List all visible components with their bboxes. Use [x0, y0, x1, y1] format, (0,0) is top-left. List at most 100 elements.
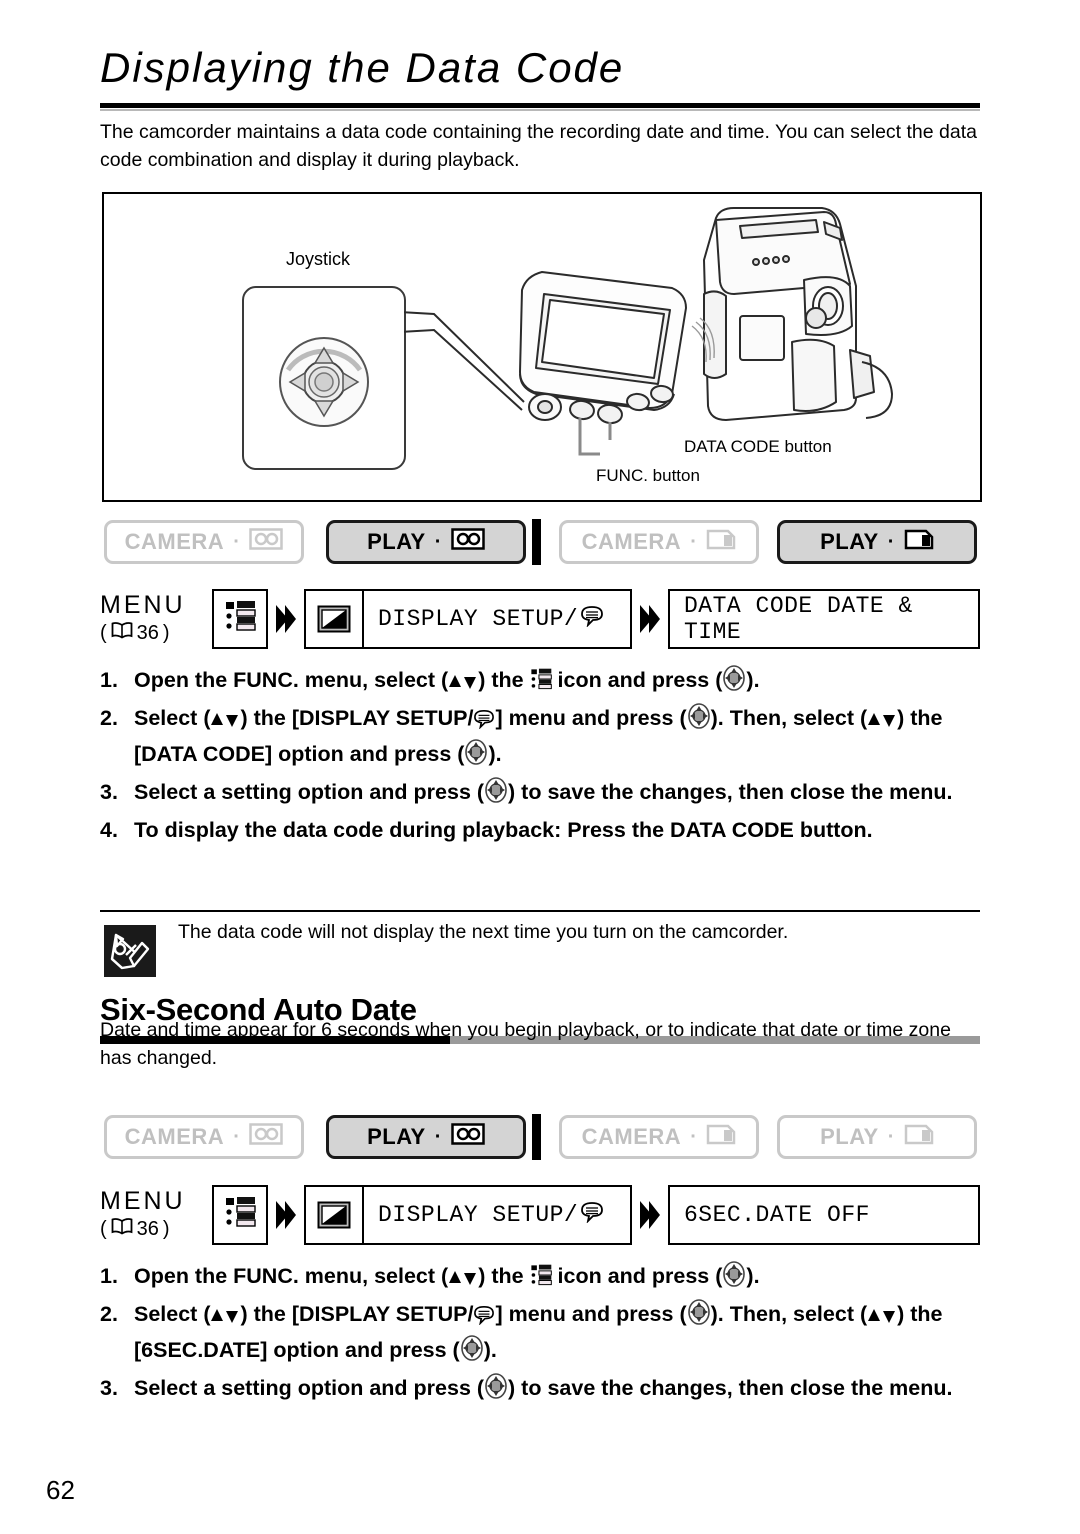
page-reference: ( 36 )	[100, 620, 212, 646]
menu-list-icon-box[interactable]	[212, 1185, 268, 1245]
step-number: 3.	[100, 1376, 118, 1400]
card-icon	[706, 1122, 736, 1152]
joystick-press-icon	[484, 1373, 508, 1408]
step-text-d: ).	[746, 668, 760, 692]
step-text-a: Open the FUNC. menu, select (	[134, 1264, 449, 1288]
steps-list-data-code: 1. Open the FUNC. menu, select () the ic…	[100, 664, 985, 848]
menu-option-box[interactable]: 6SEC.DATE OFF	[668, 1185, 980, 1245]
menu-list-icon-box[interactable]	[212, 589, 268, 649]
joystick-press-icon	[722, 665, 746, 700]
mode-badges-row-1: CAMERA · PLAY · CAMERA · PLAY ·	[104, 518, 980, 566]
step-text-b: ) to save the changes, then close the me…	[508, 780, 953, 804]
separator-dot: ·	[233, 1126, 241, 1148]
section-paragraph: Date and time appear for 6 seconds when …	[100, 1019, 951, 1069]
separator-dot: ·	[887, 531, 895, 553]
step-item: 3. Select a setting option and press () …	[100, 776, 985, 812]
step-text-d: ). Then, select (	[710, 706, 868, 730]
book-icon	[111, 1216, 133, 1242]
step-item: 2. Select () the [DISPLAY SETUP/] menu a…	[100, 702, 985, 774]
separator-dot: ·	[690, 531, 698, 553]
step-text-b: ) to save the changes, then close the me…	[508, 1376, 953, 1400]
flow-arrow	[268, 1199, 304, 1231]
joystick-label: Joystick	[286, 249, 351, 269]
menu-list-icon	[530, 667, 552, 700]
step-number: 1.	[100, 1264, 118, 1288]
display-setup-label: DISPLAY SETUP/	[378, 606, 579, 632]
flow-arrow	[268, 603, 304, 635]
menu-flow-data-code: MENU ( 36 ) DISPLAY SETUP/ DATA CODE DAT…	[100, 587, 980, 651]
card-icon	[706, 527, 736, 557]
up-down-arrows-icon	[867, 706, 897, 738]
title-rule	[100, 103, 980, 111]
step-number: 2.	[100, 1302, 118, 1326]
page-reference-number: 36	[136, 1218, 159, 1240]
menu-word-block: MENU ( 36 )	[100, 1188, 212, 1242]
step-text-a: Select (	[134, 706, 211, 730]
joystick-detail-card	[242, 286, 406, 470]
mode-badge-camera-card[interactable]: CAMERA ·	[559, 1115, 759, 1159]
separator-dot: ·	[434, 531, 442, 553]
speech-bubble-icon	[473, 706, 495, 738]
steps-list-six-second: 1. Open the FUNC. menu, select () the ic…	[100, 1260, 985, 1410]
display-setup-box[interactable]: DISPLAY SETUP/	[304, 1185, 632, 1245]
separator-dot: ·	[434, 1126, 442, 1148]
joystick-press-icon	[722, 1261, 746, 1296]
speech-bubble-icon	[580, 1201, 604, 1230]
joystick-press-icon	[464, 739, 488, 774]
menu-list-icon	[530, 1263, 552, 1296]
mode-badge-label: CAMERA	[581, 1124, 682, 1149]
display-setup-icon	[306, 1187, 364, 1243]
card-icon	[904, 1122, 934, 1152]
camcorder-drawing	[404, 207, 893, 452]
page-reference-number: 36	[136, 622, 159, 644]
mode-badge-label: PLAY	[367, 529, 426, 554]
joystick-press-icon	[687, 703, 711, 738]
step-text-c: icon and press (	[551, 668, 723, 692]
step-text-a: Select (	[134, 1302, 211, 1326]
speech-bubble-icon	[580, 605, 604, 634]
camcorder-illustration: Joystick DATA CODE button FUNC. button	[102, 192, 982, 502]
tape-icon	[451, 1123, 485, 1151]
mode-badge-label: PLAY	[367, 1124, 426, 1149]
separator-dot: ·	[690, 1126, 698, 1148]
mode-badge-camera-tape[interactable]: CAMERA ·	[104, 1115, 304, 1159]
tape-icon	[249, 1123, 284, 1151]
step-item: 3. Select a setting option and press ( ) …	[100, 1372, 985, 1408]
intro-paragraph: The camcorder maintains a data code cont…	[100, 121, 977, 171]
open-paren: (	[100, 1218, 107, 1240]
step-text: Select a setting option and press ( ) to …	[134, 1372, 985, 1408]
display-setup-box[interactable]: DISPLAY SETUP/	[304, 589, 632, 649]
up-down-arrows-icon	[448, 668, 478, 700]
step-text: Open the FUNC. menu, select () the icon …	[134, 664, 985, 700]
display-setup-text: DISPLAY SETUP/	[364, 605, 604, 634]
mode-badge-camera-card[interactable]: CAMERA ·	[559, 520, 759, 564]
mode-badge-play-tape[interactable]: PLAY ·	[326, 1115, 526, 1159]
step-item: 2. Select () the [DISPLAY SETUP/] menu a…	[100, 1298, 985, 1370]
step-number: 4.	[100, 818, 118, 842]
mode-badge-label: PLAY	[820, 529, 879, 554]
card-icon	[904, 527, 934, 557]
mode-badge-label: PLAY	[820, 1124, 879, 1149]
mode-group-divider	[532, 519, 541, 565]
step-text-a: Select a setting option and press (	[134, 1376, 485, 1400]
mode-badge-play-tape[interactable]: PLAY ·	[326, 520, 526, 564]
step-text: To display the data code during playback…	[134, 818, 873, 842]
flow-arrow	[632, 603, 668, 635]
manual-page: Displaying the Data Code The camcorder m…	[0, 0, 1080, 1534]
mode-badge-camera-tape[interactable]: CAMERA ·	[104, 520, 304, 564]
up-down-arrows-icon	[210, 706, 240, 738]
step-text: Select () the [DISPLAY SETUP/] menu and …	[134, 702, 985, 774]
callout-data-code-button: DATA CODE button	[684, 437, 832, 456]
mode-badge-play-card[interactable]: PLAY ·	[777, 520, 977, 564]
callout-func-button: FUNC. button	[596, 466, 700, 485]
mode-badge-label: CAMERA	[124, 1124, 225, 1149]
mode-badge-play-card[interactable]: PLAY ·	[777, 1115, 977, 1159]
step-text-c: ] menu and press (	[495, 706, 687, 730]
menu-option-box[interactable]: DATA CODE DATE & TIME	[668, 589, 980, 649]
step-text: Open the FUNC. menu, select () the icon …	[134, 1260, 985, 1296]
mode-badge-label: CAMERA	[581, 529, 682, 554]
step-text-a: Open the FUNC. menu, select (	[134, 668, 449, 692]
step-text-f: ).	[488, 742, 502, 766]
joystick-press-icon	[484, 777, 508, 812]
mode-badges-row-2: CAMERA · PLAY · CAMERA · PLAY ·	[104, 1113, 980, 1161]
